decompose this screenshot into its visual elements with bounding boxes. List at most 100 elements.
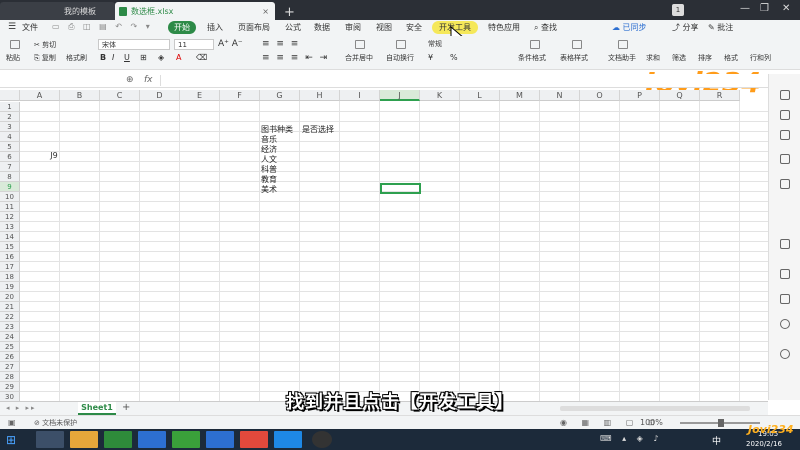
row-header-3[interactable]: 3 xyxy=(0,122,20,132)
font-color-icon[interactable]: A xyxy=(176,53,181,62)
taskbar-explorer-icon[interactable] xyxy=(36,431,64,448)
share-button[interactable]: ⤴ 分享 xyxy=(672,22,699,33)
column-header-K[interactable]: K xyxy=(420,90,460,101)
row-header-26[interactable]: 26 xyxy=(0,352,20,362)
column-header-P[interactable]: P xyxy=(620,90,660,101)
zoom-slider-thumb[interactable] xyxy=(718,419,724,427)
row-header-4[interactable]: 4 xyxy=(0,132,20,142)
side-image-icon[interactable] xyxy=(780,269,790,279)
row-header-18[interactable]: 18 xyxy=(0,272,20,282)
column-header-Q[interactable]: Q xyxy=(660,90,700,101)
conditional-format-icon[interactable] xyxy=(530,40,540,49)
column-header-C[interactable]: C xyxy=(100,90,140,101)
font-grow-icon[interactable]: A⁺ A⁻ xyxy=(218,39,243,49)
conditional-format-button[interactable]: 条件格式 xyxy=(518,53,546,63)
cell-G6[interactable]: 人文 xyxy=(261,155,277,165)
cell-G9[interactable]: 美术 xyxy=(261,185,277,195)
row-header-1[interactable]: 1 xyxy=(0,102,20,112)
column-header-E[interactable]: E xyxy=(180,90,220,101)
minimize-icon[interactable]: — xyxy=(740,3,750,14)
column-header-A[interactable]: A xyxy=(20,90,60,101)
row-header-9[interactable]: 9 xyxy=(0,182,20,192)
fx-icon[interactable]: fx xyxy=(144,75,153,85)
row-header-24[interactable]: 24 xyxy=(0,332,20,342)
column-header-G[interactable]: G xyxy=(260,90,300,101)
currency-icon[interactable]: ¥ xyxy=(428,53,433,62)
menu-file[interactable]: 文件 xyxy=(22,22,38,33)
number-format-select[interactable]: 常规 xyxy=(425,39,485,50)
ribbon-tool-3[interactable]: 格式 xyxy=(724,53,738,63)
column-header-J[interactable]: J xyxy=(380,90,420,101)
side-tool-icon[interactable] xyxy=(780,294,790,304)
wrap-text-icon[interactable] xyxy=(396,40,406,49)
side-shape-icon[interactable] xyxy=(780,130,790,140)
taskbar-folder-icon[interactable] xyxy=(70,431,98,448)
close-tab-icon[interactable]: × xyxy=(262,7,269,16)
tab-current-file[interactable]: 数选框.xlsx × xyxy=(115,2,275,20)
taskbar-store-icon[interactable] xyxy=(104,431,132,448)
column-header-O[interactable]: O xyxy=(580,90,620,101)
column-header-D[interactable]: D xyxy=(140,90,180,101)
sync-status[interactable]: ☁ 已同步 xyxy=(612,22,647,33)
row-header-20[interactable]: 20 xyxy=(0,292,20,302)
row-header-5[interactable]: 5 xyxy=(0,142,20,152)
taskbar-app-icon[interactable] xyxy=(274,431,302,448)
underline-icon[interactable]: U xyxy=(124,53,130,62)
doc-helper-icon[interactable] xyxy=(618,40,628,49)
menu-formulas[interactable]: 公式 xyxy=(285,22,301,33)
side-backup-icon[interactable] xyxy=(780,154,790,164)
side-style-icon[interactable] xyxy=(780,110,790,120)
protect-status[interactable]: ⊘ 文档未保护 xyxy=(34,418,77,428)
row-header-16[interactable]: 16 xyxy=(0,252,20,262)
cell-G8[interactable]: 教育 xyxy=(261,175,277,185)
selected-cell-J9[interactable] xyxy=(380,183,421,194)
menu-hamburger-icon[interactable]: ☰ xyxy=(8,22,16,32)
side-select-icon[interactable] xyxy=(780,90,790,100)
menu-special-features[interactable]: 特色应用 xyxy=(488,22,520,33)
menu-review[interactable]: 审阅 xyxy=(345,22,361,33)
cut-button[interactable]: ✂ 剪切 xyxy=(34,40,56,50)
side-chart-icon[interactable] xyxy=(780,179,790,189)
border-icon[interactable]: ⊞ xyxy=(140,53,147,62)
ribbon-tool-1[interactable]: 筛选 xyxy=(672,53,686,63)
row-header-13[interactable]: 13 xyxy=(0,222,20,232)
taskbar-cloud-icon[interactable] xyxy=(138,431,166,448)
side-help-icon[interactable] xyxy=(780,319,790,329)
side-info-icon[interactable] xyxy=(780,349,790,359)
row-header-10[interactable]: 10 xyxy=(0,192,20,202)
row-header-27[interactable]: 27 xyxy=(0,362,20,372)
comment-button[interactable]: ✎ 批注 xyxy=(708,22,733,33)
zoom-level[interactable]: 100% xyxy=(640,418,663,427)
fill-color-icon[interactable]: ◈ xyxy=(158,53,164,62)
cell-G4[interactable]: 音乐 xyxy=(261,135,277,145)
cell-G3[interactable]: 图书种类 xyxy=(261,125,293,135)
row-header-23[interactable]: 23 xyxy=(0,322,20,332)
row-header-8[interactable]: 8 xyxy=(0,172,20,182)
taskbar-ime[interactable]: 中 xyxy=(712,434,721,447)
tab-my-templates[interactable]: 我的模板 xyxy=(0,2,115,20)
column-header-N[interactable]: N xyxy=(540,90,580,101)
new-tab-button[interactable]: + xyxy=(280,3,295,21)
paste-icon[interactable] xyxy=(10,40,20,49)
column-header-M[interactable]: M xyxy=(500,90,540,101)
percent-icon[interactable]: % xyxy=(450,53,458,62)
menu-security[interactable]: 安全 xyxy=(406,22,422,33)
search-button[interactable]: ⌕ 查找 xyxy=(534,22,557,33)
menu-view[interactable]: 视图 xyxy=(376,22,392,33)
column-header-F[interactable]: F xyxy=(220,90,260,101)
italic-icon[interactable]: I xyxy=(112,53,114,62)
menu-page-layout[interactable]: 页面布局 xyxy=(238,22,270,33)
select-all-corner[interactable] xyxy=(0,90,20,101)
menu-data[interactable]: 数据 xyxy=(314,22,330,33)
notification-badge[interactable]: 1 xyxy=(672,4,684,16)
start-icon[interactable]: ⊞ xyxy=(6,433,16,447)
font-size-select[interactable]: 11 xyxy=(174,39,214,50)
row-header-12[interactable]: 12 xyxy=(0,212,20,222)
taskbar-record-icon[interactable] xyxy=(312,431,332,448)
merge-center-icon[interactable] xyxy=(355,40,365,49)
row-header-7[interactable]: 7 xyxy=(0,162,20,172)
row-header-21[interactable]: 21 xyxy=(0,302,20,312)
close-window-icon[interactable]: ✕ xyxy=(782,3,790,14)
maximize-icon[interactable]: ❐ xyxy=(760,3,769,14)
side-table-icon[interactable] xyxy=(780,239,790,249)
